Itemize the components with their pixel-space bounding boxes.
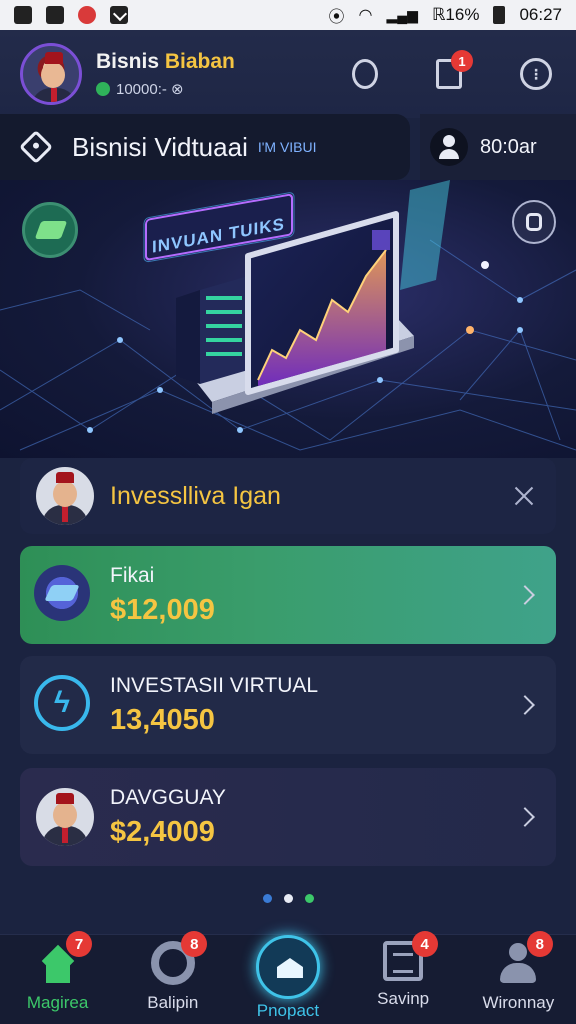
battery-percent: ℝ16%	[431, 5, 480, 24]
trend-badge-icon[interactable]	[22, 202, 78, 258]
user-sub-text: 10000:- ⊗	[116, 81, 184, 98]
document-icon[interactable]: 1	[436, 50, 473, 89]
promo-title: Invesslliva Igan	[110, 481, 281, 510]
nav-label: Magirea	[26, 993, 89, 1012]
card-label: Fikai	[110, 563, 155, 587]
user-name-first: Bisnis	[96, 50, 160, 73]
nav-label: Pnopact	[256, 1001, 320, 1020]
page-dot[interactable]	[283, 894, 293, 903]
promo-avatar	[36, 467, 94, 525]
battery-icon	[493, 6, 506, 24]
info-icon[interactable]: ⋮	[520, 58, 552, 90]
nav-label: Savinp	[377, 989, 430, 1008]
diamond-icon[interactable]	[19, 130, 53, 164]
status-right: ⦿ ◠ ▂▄▆ ℝ16% 06:27	[329, 3, 562, 27]
card-label: DAVGGUAY	[110, 785, 226, 809]
card-value: 13,4050	[110, 703, 215, 736]
person-icon	[430, 128, 468, 166]
clock: 06:27	[519, 5, 562, 24]
nav-item-product[interactable]: Pnopact	[230, 935, 345, 1021]
card-value: $2,4009	[110, 815, 215, 848]
signal-icon: ▂▄▆	[386, 6, 418, 23]
vibrate-icon: ⦿	[328, 9, 345, 26]
bottom-nav: 7 Magirea 8 Balipin Pnopact 4 Savinp 8 W…	[0, 931, 576, 1024]
investment-card-virtual[interactable]: ϟ INVESTASII VIRTUAL 13,4050	[20, 656, 556, 754]
banner-settings-icon[interactable]	[512, 200, 556, 244]
status-left	[14, 6, 128, 24]
page-title: Bisnisi Vidtuaai	[72, 131, 248, 162]
camera-icon[interactable]	[352, 59, 378, 89]
title-bar: Bisnisi Vidtuaai I'M VIBUI	[0, 114, 410, 180]
nfc-icon	[46, 6, 64, 24]
account-label: 80:0ar	[480, 135, 537, 158]
card-text: Fikai $12,009	[110, 564, 215, 627]
nav-item-saving[interactable]: 4 Savinp	[346, 931, 461, 1009]
chevron-right-icon	[515, 807, 535, 827]
header-actions: 1 ⋮	[352, 50, 556, 90]
investment-card-fikai[interactable]: Fikai $12,009	[20, 546, 556, 644]
user-name-second: Biaban	[164, 50, 235, 73]
nav-item-profile[interactable]: 8 Wironnay	[461, 931, 576, 1013]
page-dot[interactable]	[262, 894, 272, 903]
nav-badge: 8	[526, 931, 553, 957]
card-label: INVESTASII VIRTUAL	[110, 673, 319, 697]
card-value: $12,009	[110, 593, 215, 626]
chevron-right-icon	[515, 585, 535, 605]
status-bar: ⦿ ◠ ▂▄▆ ℝ16% 06:27	[0, 0, 576, 30]
cube-icon	[34, 565, 94, 625]
nav-label: Balipin	[147, 993, 199, 1012]
close-icon[interactable]	[512, 484, 536, 508]
nav-item-home[interactable]: 7 Magirea	[0, 931, 115, 1013]
nav-badge: 4	[411, 931, 438, 957]
nav-badge: 7	[66, 931, 93, 957]
page-subtitle: I'M VIBUI	[257, 139, 317, 155]
promo-card[interactable]: Invesslliva Igan	[20, 458, 556, 534]
lightning-icon: ϟ	[34, 675, 94, 735]
user-block: Bisnis Biaban 10000:- ⊗	[96, 50, 235, 98]
nav-badge: 8	[181, 931, 208, 957]
card-avatar	[36, 788, 94, 846]
nav-label: Wironnay	[482, 993, 555, 1012]
user-status: 10000:- ⊗	[96, 80, 235, 98]
avatar[interactable]	[20, 43, 82, 105]
nav-item-settings[interactable]: 8 Balipin	[115, 931, 230, 1013]
product-home-icon	[255, 935, 320, 999]
header: Bisnis Biaban 10000:- ⊗ 1 ⋮	[0, 30, 576, 118]
notification-icon	[78, 6, 96, 24]
card-text: INVESTASII VIRTUAL 13,4050	[110, 674, 318, 737]
gallery-icon	[14, 6, 32, 24]
account-button[interactable]: 80:0ar	[420, 114, 576, 180]
investment-card-davgguay[interactable]: DAVGGUAY $2,4009	[20, 768, 556, 866]
hero-banner: INVUAN TUIKS	[0, 180, 576, 458]
document-badge: 1	[451, 50, 473, 72]
verified-icon	[96, 82, 110, 96]
page-dot[interactable]	[304, 894, 314, 903]
chevron-right-icon	[515, 695, 535, 715]
user-name: Bisnis Biaban	[96, 50, 235, 74]
banner-illustration	[0, 180, 576, 451]
page-indicator	[0, 894, 576, 903]
download-icon	[110, 6, 128, 24]
card-text: DAVGGUAY $2,4009	[110, 786, 226, 849]
wifi-icon: ◠	[358, 7, 373, 24]
